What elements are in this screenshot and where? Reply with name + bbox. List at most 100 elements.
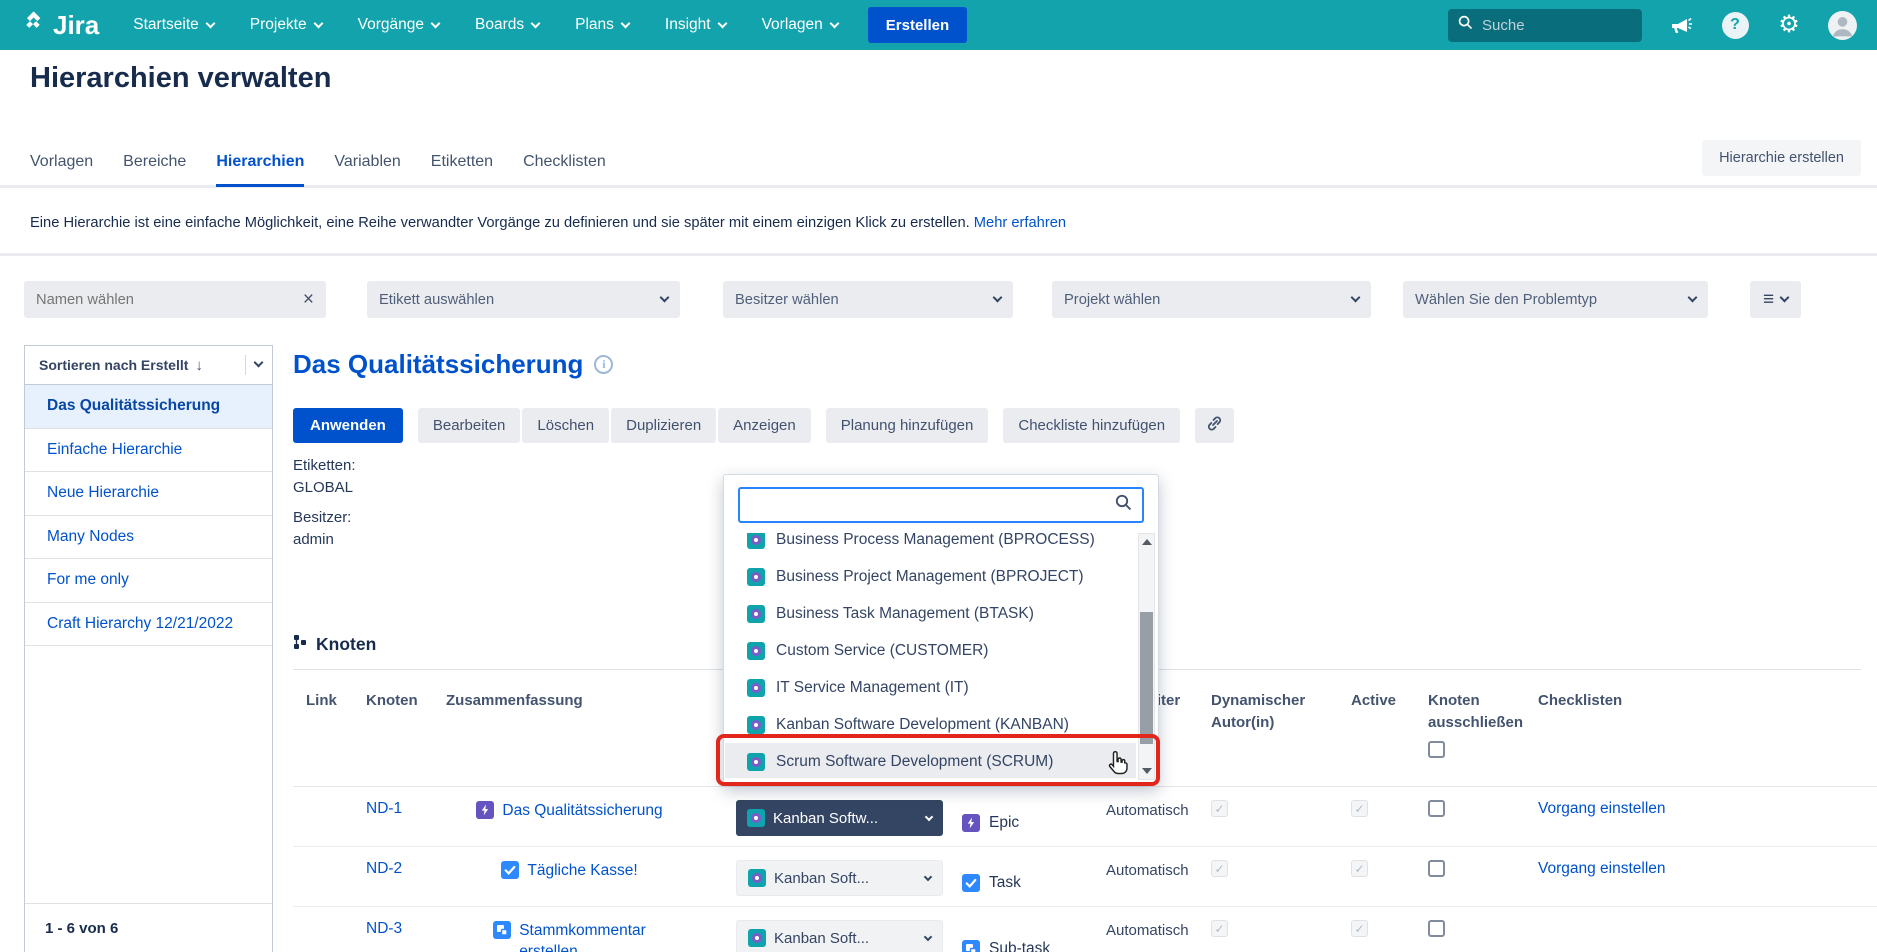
nav-projekte[interactable]: Projekte: [250, 16, 322, 34]
sidebar-item-das-qualitaetssicherung[interactable]: Das Qualitätssicherung: [25, 385, 272, 429]
col-checklists: Checklisten: [1525, 690, 1877, 786]
dropdown-search-input[interactable]: [750, 497, 1115, 514]
option-it[interactable]: IT Service Management (IT): [725, 669, 1136, 706]
project-select[interactable]: Kanban Soft...: [736, 860, 943, 896]
active-checkbox: ✓: [1351, 800, 1368, 817]
cell-node-key: ND-1: [353, 800, 433, 846]
duplicate-button[interactable]: Duplizieren: [611, 408, 716, 443]
copy-link-button[interactable]: [1195, 408, 1234, 443]
set-issue-link[interactable]: Vorgang einstellen: [1538, 800, 1666, 817]
tab-hierarchien[interactable]: Hierarchien: [216, 153, 304, 187]
edit-button[interactable]: Bearbeiten: [418, 408, 521, 443]
nav-startseite[interactable]: Startseite: [133, 16, 213, 34]
chevron-down-icon: [620, 18, 630, 28]
tab-vorlagen[interactable]: Vorlagen: [30, 153, 93, 187]
task-icon: [962, 874, 980, 892]
dropdown-scrollbar[interactable]: [1138, 533, 1155, 780]
project-select[interactable]: Kanban Soft...: [736, 920, 943, 952]
show-button[interactable]: Anzeigen: [718, 408, 811, 443]
help-icon[interactable]: ?: [1720, 10, 1750, 40]
filter-menu-button[interactable]: ≡: [1750, 281, 1801, 318]
nav-insight[interactable]: Insight: [665, 16, 726, 34]
apply-button[interactable]: Anwenden: [293, 408, 403, 443]
sidebar-item-craft-hierarchy[interactable]: Craft Hierarchy 12/21/2022: [25, 603, 272, 647]
name-filter-field[interactable]: [36, 292, 303, 308]
nav-boards[interactable]: Boards: [475, 16, 539, 34]
chevron-down-icon: [993, 292, 1003, 302]
search-icon: [1458, 15, 1473, 35]
cell-dynamic-author: ✓: [1198, 800, 1338, 846]
cell-dynamic-author: ✓: [1198, 860, 1338, 906]
create-hierarchy-button[interactable]: Hierarchie erstellen: [1702, 140, 1861, 176]
sort-header[interactable]: Sortieren nach Erstellt ↓: [25, 346, 272, 385]
search-icon: [1115, 494, 1132, 516]
set-issue-link[interactable]: Vorgang einstellen: [1538, 860, 1666, 877]
chevron-down-icon[interactable]: [254, 358, 264, 368]
page-tabs: Vorlagen Bereiche Hierarchien Variablen …: [30, 153, 606, 187]
user-avatar[interactable]: [1828, 11, 1857, 40]
summary-link[interactable]: Stammkommentar erstellen: [519, 920, 646, 952]
jira-logo[interactable]: Jira: [20, 9, 99, 42]
create-button[interactable]: Erstellen: [868, 7, 967, 43]
option-btask[interactable]: Business Task Management (BTASK): [725, 595, 1136, 632]
nav-plans[interactable]: Plans: [575, 16, 629, 34]
tab-etiketten[interactable]: Etiketten: [431, 153, 493, 187]
action-button-group: Bearbeiten Löschen Duplizieren Anzeigen: [418, 408, 811, 443]
summary-link[interactable]: Das Qualitätssicherung: [502, 800, 662, 821]
node-key-link[interactable]: ND-1: [366, 800, 402, 817]
col-link: Link: [293, 690, 353, 786]
sidebar-item-neue-hierarchie[interactable]: Neue Hierarchie: [25, 472, 272, 516]
table-row-nd1: ND-1 Das Qualitätssicherung Kanban Softw…: [293, 787, 1877, 847]
delete-button[interactable]: Löschen: [522, 408, 609, 443]
scroll-down-icon[interactable]: [1139, 763, 1154, 779]
sort-direction-arrow-icon[interactable]: ↓: [195, 357, 203, 374]
jira-logo-icon: [20, 9, 46, 42]
chevron-down-icon: [205, 18, 215, 28]
nav-vorgaenge[interactable]: Vorgänge: [358, 16, 439, 34]
sidebar-item-for-me-only[interactable]: For me only: [25, 559, 272, 603]
tab-checklisten[interactable]: Checklisten: [523, 153, 606, 187]
search-input[interactable]: [1482, 17, 1632, 34]
issuetype-filter-select[interactable]: Wählen Sie den Problemtyp: [1403, 281, 1708, 318]
exclude-checkbox[interactable]: [1428, 860, 1445, 877]
announcements-icon[interactable]: [1666, 10, 1696, 40]
add-checklist-button[interactable]: Checkliste hinzufügen: [1003, 408, 1180, 443]
add-plan-button[interactable]: Planung hinzufügen: [826, 408, 989, 443]
option-scrum[interactable]: Scrum Software Development (SCRUM): [725, 743, 1136, 778]
project-avatar-icon: [747, 809, 765, 827]
scroll-up-icon[interactable]: [1139, 534, 1154, 550]
option-bproject[interactable]: Business Project Management (BPROJECT): [725, 558, 1136, 595]
exclude-all-checkbox[interactable]: [1428, 741, 1445, 758]
name-filter-input[interactable]: ×: [24, 281, 326, 318]
tab-variablen[interactable]: Variablen: [334, 153, 400, 187]
global-search[interactable]: [1448, 9, 1642, 42]
cell-active: ✓: [1338, 860, 1415, 906]
cell-assignee: Automatisch: [1093, 860, 1198, 906]
label-filter-select[interactable]: Etikett auswählen: [367, 281, 680, 318]
tab-bereiche[interactable]: Bereiche: [123, 153, 186, 187]
info-icon[interactable]: i: [594, 355, 613, 374]
exclude-checkbox[interactable]: [1428, 800, 1445, 817]
settings-gear-icon[interactable]: ⚙: [1774, 10, 1804, 40]
option-customer[interactable]: Custom Service (CUSTOMER): [725, 632, 1136, 669]
dropdown-option-list: Business Process Management (BPROCESS) B…: [725, 533, 1136, 778]
sidebar-item-einfache-hierarchie[interactable]: Einfache Hierarchie: [25, 429, 272, 473]
project-dropdown-panel: Business Process Management (BPROCESS) B…: [723, 474, 1159, 785]
option-kanban[interactable]: Kanban Software Development (KANBAN): [725, 706, 1136, 743]
nodes-section-heading: Knoten: [293, 634, 376, 655]
node-key-link[interactable]: ND-2: [366, 860, 402, 877]
project-filter-select[interactable]: Projekt wählen: [1052, 281, 1371, 318]
node-key-link[interactable]: ND-3: [366, 920, 402, 937]
owner-filter-select[interactable]: Besitzer wählen: [723, 281, 1013, 318]
dropdown-search[interactable]: [738, 487, 1144, 523]
clear-icon[interactable]: ×: [303, 290, 314, 309]
learn-more-link[interactable]: Mehr erfahren: [974, 215, 1066, 231]
project-select-open[interactable]: Kanban Softw...: [736, 800, 943, 836]
exclude-checkbox[interactable]: [1428, 920, 1445, 937]
sidebar-item-many-nodes[interactable]: Many Nodes: [25, 516, 272, 560]
scrollbar-thumb[interactable]: [1140, 612, 1153, 744]
cell-link: [293, 800, 353, 846]
option-bprocess[interactable]: Business Process Management (BPROCESS): [725, 533, 1136, 558]
summary-link[interactable]: Tägliche Kasse!: [527, 860, 637, 881]
nav-vorlagen[interactable]: Vorlagen: [762, 16, 838, 34]
